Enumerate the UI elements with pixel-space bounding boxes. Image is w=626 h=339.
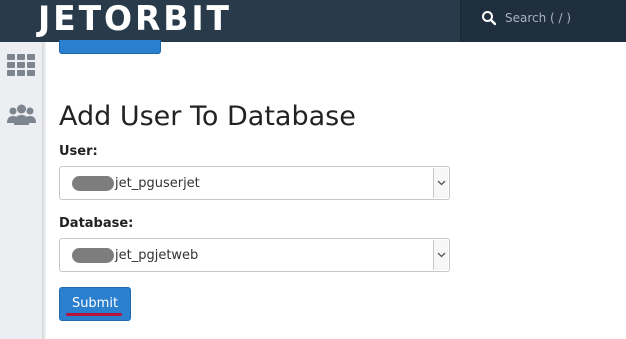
- previous-section-button[interactable]: [59, 40, 161, 54]
- user-select[interactable]: jet_pguserjet: [59, 166, 450, 200]
- database-select-arrow[interactable]: [433, 240, 448, 270]
- database-value-text: jet_pgjetweb: [115, 247, 199, 263]
- users-icon[interactable]: [6, 102, 37, 130]
- annotation-underline: [66, 313, 122, 316]
- page-title: Add User To Database: [59, 101, 356, 132]
- chevron-down-icon: [437, 180, 446, 186]
- redacted-prefix: [72, 175, 114, 191]
- database-select-value: jet_pgjetweb: [72, 239, 198, 271]
- redacted-prefix: [72, 247, 114, 263]
- brand-logo[interactable]: JETorBIT: [38, 0, 232, 38]
- user-value-text: jet_pguserjet: [115, 175, 200, 191]
- main-content: Add User To Database User: jet_pguserjet…: [46, 40, 626, 339]
- search-input[interactable]: [505, 10, 615, 26]
- search-icon: [481, 10, 497, 26]
- grid-icon[interactable]: [6, 52, 37, 80]
- user-select-value: jet_pguserjet: [72, 167, 200, 199]
- user-select-arrow[interactable]: [433, 168, 448, 198]
- database-label: Database:: [59, 216, 134, 231]
- top-navbar: JETorBIT: [0, 0, 626, 42]
- sidebar: [0, 42, 43, 339]
- search-box[interactable]: [460, 0, 626, 42]
- database-select[interactable]: jet_pgjetweb: [59, 238, 450, 272]
- chevron-down-icon: [437, 252, 446, 258]
- user-label: User:: [59, 144, 98, 159]
